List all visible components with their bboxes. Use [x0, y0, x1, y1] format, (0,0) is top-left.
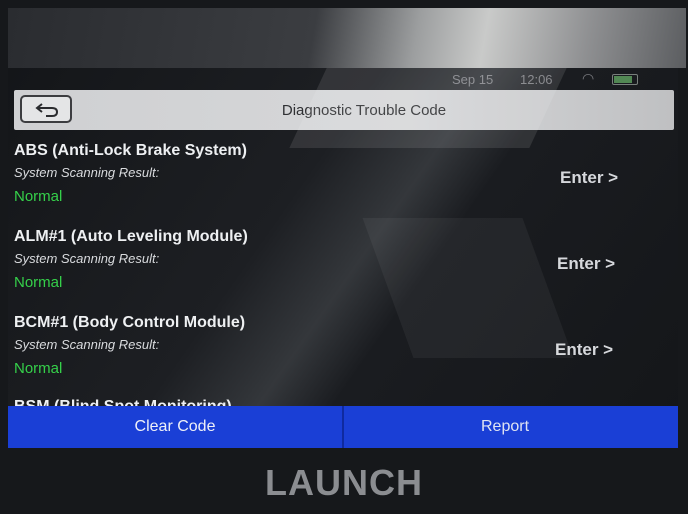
- status-date: Sep 15: [452, 72, 494, 87]
- scan-result-label: System Scanning Result:: [14, 251, 160, 266]
- enter-button[interactable]: Enter >: [555, 340, 613, 360]
- scan-result-status: Normal: [14, 360, 63, 377]
- enter-button[interactable]: Enter >: [560, 168, 618, 188]
- system-list: ABS (Anti-Lock Brake System) System Scan…: [8, 136, 678, 448]
- scan-result-status: Normal: [14, 188, 63, 205]
- system-item-bcm[interactable]: BCM#1 (Body Control Module) System Scann…: [8, 308, 678, 394]
- system-name: ALM#1 (Auto Leveling Module): [14, 228, 248, 245]
- wifi-icon: ◠: [582, 70, 595, 86]
- report-button[interactable]: Report: [344, 406, 666, 448]
- clear-code-button[interactable]: Clear Code: [8, 406, 342, 448]
- page-title: Diagnostic Trouble Code: [281, 102, 447, 119]
- tablet-screen: Sep 15 12:06 ◠ Diagnostic Trouble Code A…: [8, 68, 678, 448]
- scan-result-label: System Scanning Result:: [14, 165, 160, 180]
- system-item-alm[interactable]: ALM#1 (Auto Leveling Module) System Scan…: [8, 222, 678, 308]
- system-name: ABS (Anti-Lock Brake System): [14, 142, 247, 159]
- bottom-action-bar: Clear Code Report: [8, 406, 678, 448]
- scan-result-status: Normal: [14, 274, 63, 291]
- brand-logo: LAUNCH: [265, 462, 423, 503]
- screen-header: Diagnostic Trouble Code: [14, 90, 674, 130]
- system-item-abs[interactable]: ABS (Anti-Lock Brake System) System Scan…: [8, 136, 678, 222]
- status-bar: Sep 15 12:06 ◠: [8, 68, 678, 90]
- battery-icon: [612, 74, 638, 85]
- scan-result-label: System Scanning Result:: [14, 337, 160, 352]
- enter-button[interactable]: Enter >: [557, 254, 615, 274]
- status-time: 12:06: [520, 72, 553, 87]
- device-bezel: [8, 8, 686, 68]
- device-photo: Sep 15 12:06 ◠ Diagnostic Trouble Code A…: [0, 0, 688, 514]
- system-name: BCM#1 (Body Control Module): [14, 314, 246, 331]
